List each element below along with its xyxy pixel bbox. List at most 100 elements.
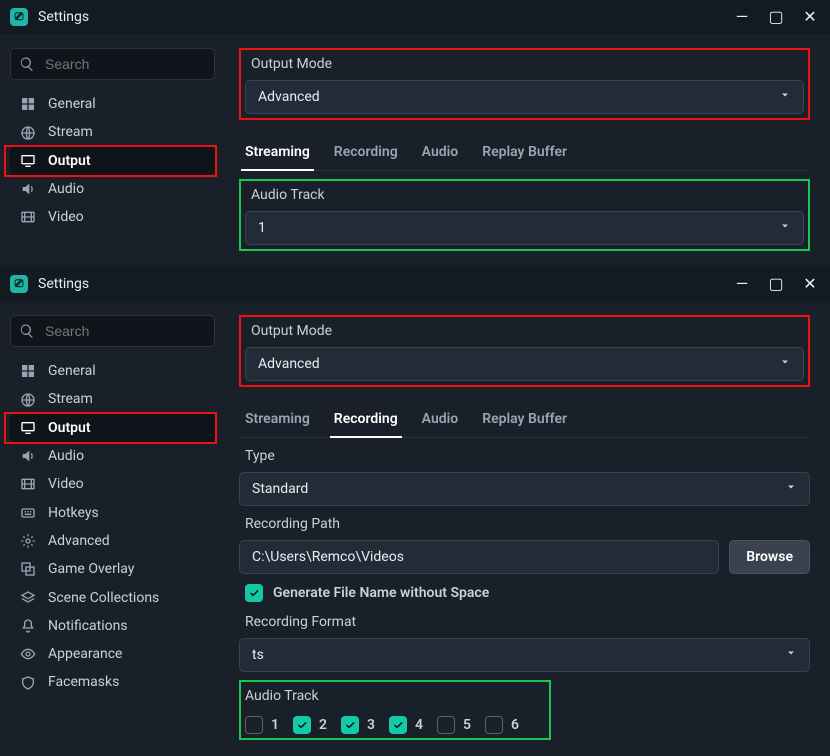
audio-track-section: Audio Track 1	[239, 179, 810, 251]
output-tabs: Streaming Recording Audio Replay Buffer	[239, 395, 810, 438]
audio-track-6[interactable]: 6	[485, 716, 519, 734]
search-field[interactable]	[43, 55, 206, 73]
tab-streaming[interactable]: Streaming	[243, 138, 312, 170]
audio-track-section: Audio Track 1 2	[239, 680, 551, 740]
sidebar-item-label: Advanced	[48, 533, 110, 549]
window-title: Settings	[38, 276, 89, 292]
minimize-button[interactable]: —	[732, 274, 752, 294]
tab-replay-buffer[interactable]: Replay Buffer	[480, 138, 569, 170]
output-mode-dropdown[interactable]: Advanced	[245, 80, 804, 114]
audio-track-5[interactable]: 5	[437, 716, 471, 734]
sidebar-item-hotkeys[interactable]: Hotkeys	[10, 498, 215, 526]
sidebar-item-label: Audio	[48, 448, 84, 464]
tab-streaming[interactable]: Streaming	[243, 405, 312, 437]
sidebar-item-label: Notifications	[48, 618, 128, 634]
sidebar-item-label: Output	[48, 420, 91, 436]
tab-recording[interactable]: Recording	[332, 138, 400, 170]
sidebar-item-output[interactable]: Output	[10, 147, 215, 175]
chevron-down-icon	[785, 481, 797, 497]
output-mode-label: Output Mode	[245, 54, 804, 74]
output-mode-label: Output Mode	[245, 321, 804, 341]
audio-track-5-checkbox[interactable]	[437, 716, 455, 734]
sidebar-item-label: Appearance	[48, 646, 122, 662]
audio-track-3-checkbox[interactable]	[341, 716, 359, 734]
audio-track-2[interactable]: 2	[293, 716, 327, 734]
globe-icon	[18, 391, 38, 407]
sidebar-item-label: Stream	[48, 391, 93, 407]
tab-audio[interactable]: Audio	[420, 405, 461, 437]
recording-format-dropdown[interactable]: ts	[239, 638, 810, 672]
audio-track-1-checkbox[interactable]	[245, 716, 263, 734]
main-panel: Output Mode Advanced Streaming Recording…	[225, 34, 830, 267]
close-button[interactable]: ✕	[800, 274, 820, 294]
audio-track-value: 1	[258, 220, 266, 236]
globe-icon	[18, 124, 38, 140]
type-dropdown[interactable]: Standard	[239, 472, 810, 506]
output-icon	[18, 420, 38, 436]
sidebar-item-stream[interactable]: Stream	[10, 118, 215, 146]
audio-track-1[interactable]: 1	[245, 716, 279, 734]
generate-filename-checkbox[interactable]	[245, 584, 263, 602]
audio-track-4-checkbox[interactable]	[389, 716, 407, 734]
window-title: Settings	[38, 9, 89, 25]
audio-track-label: Audio Track	[245, 686, 545, 706]
audio-track-4[interactable]: 4	[389, 716, 423, 734]
audio-track-3[interactable]: 3	[341, 716, 375, 734]
sidebar-item-notifications[interactable]: Notifications	[10, 612, 215, 640]
output-mode-section: Output Mode Advanced	[239, 315, 810, 387]
sidebar-item-stream[interactable]: Stream	[10, 385, 215, 413]
titlebar[interactable]: ⎚ Settings — ▢ ✕	[0, 0, 830, 34]
minimize-button[interactable]: —	[732, 7, 752, 27]
sidebar-item-label: Stream	[48, 124, 93, 140]
eye-icon	[18, 646, 38, 662]
search-icon	[19, 323, 35, 339]
maximize-button[interactable]: ▢	[766, 7, 786, 27]
titlebar[interactable]: ⎚ Settings — ▢ ✕	[0, 267, 830, 301]
audio-track-dropdown[interactable]: 1	[245, 211, 804, 245]
sidebar-item-video[interactable]: Video	[10, 470, 215, 498]
speaker-icon	[18, 181, 38, 197]
sidebar-item-audio[interactable]: Audio	[10, 442, 215, 470]
recording-format-value: ts	[252, 647, 264, 663]
tab-recording[interactable]: Recording	[332, 405, 400, 437]
audio-track-checkboxes: 1 2 3 4	[245, 712, 545, 734]
output-mode-value: Advanced	[258, 356, 320, 372]
tab-audio[interactable]: Audio	[420, 138, 461, 170]
close-button[interactable]: ✕	[800, 7, 820, 27]
search-input[interactable]	[10, 315, 215, 347]
settings-window-streaming-variant: ⎚ Settings — ▢ ✕ General	[0, 0, 830, 267]
audio-track-6-checkbox[interactable]	[485, 716, 503, 734]
sidebar-item-label: Audio	[48, 181, 84, 197]
sidebar-item-general[interactable]: General	[10, 357, 215, 385]
sidebar-item-output[interactable]: Output	[10, 414, 215, 442]
search-input[interactable]	[10, 48, 215, 80]
generate-filename-row[interactable]: Generate File Name without Space	[239, 582, 810, 604]
sidebar-item-general[interactable]: General	[10, 90, 215, 118]
recording-path-label: Recording Path	[239, 514, 810, 534]
type-value: Standard	[252, 481, 308, 497]
sidebar-item-scene-collections[interactable]: Scene Collections	[10, 583, 215, 611]
search-field[interactable]	[43, 322, 206, 340]
output-mode-value: Advanced	[258, 89, 320, 105]
sidebar-item-appearance[interactable]: Appearance	[10, 640, 215, 668]
app-icon: ⎚	[10, 275, 28, 293]
maximize-button[interactable]: ▢	[766, 274, 786, 294]
grid-icon	[18, 96, 38, 112]
tab-replay-buffer[interactable]: Replay Buffer	[480, 405, 569, 437]
output-icon	[18, 153, 38, 169]
type-label: Type	[239, 446, 810, 466]
speaker-icon	[18, 448, 38, 464]
sidebar-item-video[interactable]: Video	[10, 203, 215, 231]
audio-track-2-checkbox[interactable]	[293, 716, 311, 734]
bell-icon	[18, 618, 38, 634]
output-mode-dropdown[interactable]: Advanced	[245, 347, 804, 381]
main-panel: Output Mode Advanced Streaming Recording…	[225, 301, 830, 756]
sidebar-item-game-overlay[interactable]: Game Overlay	[10, 555, 215, 583]
keyboard-icon	[18, 504, 38, 520]
browse-button[interactable]: Browse	[729, 540, 810, 574]
sidebar-item-label: Video	[48, 209, 84, 225]
sidebar-item-audio[interactable]: Audio	[10, 175, 215, 203]
sidebar-item-facemasks[interactable]: Facemasks	[10, 668, 215, 696]
recording-path-input[interactable]: C:\Users\Remco\Videos	[239, 540, 719, 574]
sidebar-item-advanced[interactable]: Advanced	[10, 527, 215, 555]
